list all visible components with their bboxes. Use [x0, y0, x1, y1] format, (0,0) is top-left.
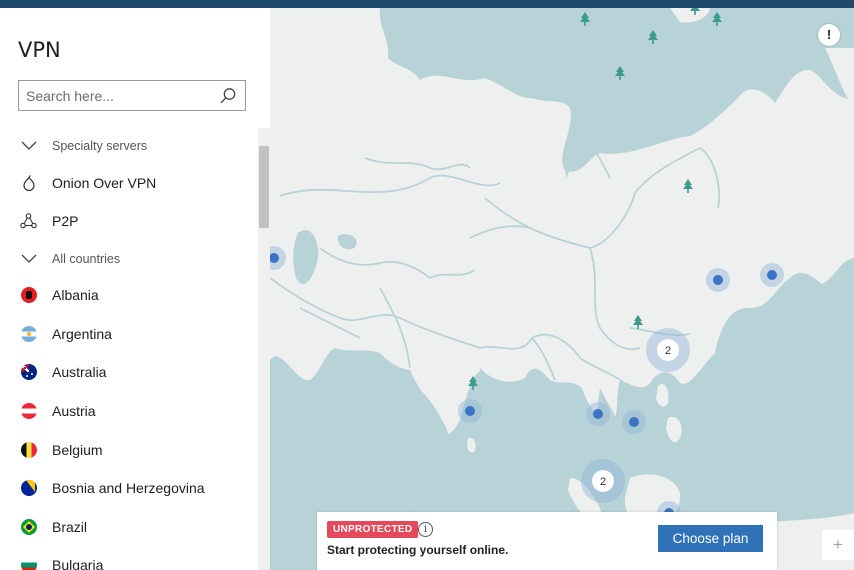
alert-icon[interactable]: !: [818, 24, 840, 46]
cluster-count: 2: [665, 345, 671, 357]
cluster-count: 2: [600, 476, 606, 488]
search-input[interactable]: [19, 81, 215, 110]
info-icon[interactable]: i: [418, 522, 433, 537]
bay-of-bengal: [480, 368, 551, 508]
p2p-icon: [20, 213, 37, 230]
server-pin[interactable]: [586, 402, 610, 426]
country-label: Argentina: [52, 326, 112, 342]
search-icon[interactable]: [219, 87, 237, 105]
list-item-onion-over-vpn[interactable]: Onion Over VPN: [0, 165, 258, 201]
country-label: Bulgaria: [52, 557, 104, 570]
flag-argentina-icon: [20, 326, 37, 343]
onion-icon: [20, 174, 37, 192]
country-australia[interactable]: Australia: [0, 354, 258, 390]
window-top-bar: [0, 0, 854, 8]
page-title: VPN: [18, 38, 61, 62]
country-label: Albania: [52, 287, 99, 303]
server-pin[interactable]: [760, 263, 784, 287]
country-albania[interactable]: Albania: [0, 277, 258, 313]
world-map[interactable]: 2 2: [270, 8, 854, 570]
server-cluster[interactable]: 2: [581, 459, 625, 503]
choose-plan-button[interactable]: Choose plan: [658, 525, 763, 552]
section-all-countries[interactable]: All countries: [0, 241, 258, 277]
land-top-island: [670, 8, 710, 23]
server-pin[interactable]: [706, 268, 730, 292]
list-item-label: P2P: [52, 213, 79, 229]
country-austria[interactable]: Austria: [0, 393, 258, 429]
land-taiwan: [656, 383, 669, 407]
country-argentina[interactable]: Argentina: [0, 316, 258, 352]
server-pin[interactable]: [622, 410, 646, 434]
banner-message: Start protecting yourself online.: [327, 543, 509, 557]
zoom-in-button[interactable]: +: [822, 530, 854, 560]
flag-brazil-icon: [20, 519, 37, 536]
search-box[interactable]: [18, 80, 246, 111]
flag-albania-icon: [20, 287, 37, 304]
land-sri-lanka: [467, 437, 476, 453]
land-philippines: [666, 416, 682, 443]
country-label: Austria: [52, 403, 96, 419]
flag-australia-icon: [20, 364, 37, 381]
country-label: Australia: [52, 364, 107, 380]
sidebar: VPN Specialty servers Onion Over VPN: [0, 8, 270, 570]
section-label: Specialty servers: [52, 139, 148, 153]
status-banner: UNPROTECTED i Start protecting yourself …: [317, 512, 777, 570]
status-badge: UNPROTECTED: [327, 521, 419, 538]
list-item-label: Onion Over VPN: [52, 175, 157, 191]
chevron-down-icon: [20, 138, 37, 155]
section-label: All countries: [52, 252, 121, 266]
country-label: Brazil: [52, 519, 88, 535]
map-canvas[interactable]: 2 2: [270, 8, 854, 570]
list-item-p2p[interactable]: P2P: [0, 203, 258, 239]
sidebar-scrollbar-thumb[interactable]: [259, 146, 269, 228]
section-specialty-servers[interactable]: Specialty servers: [0, 128, 258, 164]
country-label: Belgium: [52, 442, 103, 458]
server-cluster[interactable]: 2: [646, 328, 690, 372]
flag-austria-icon: [20, 403, 37, 420]
flag-bosnia-icon: [20, 480, 37, 497]
chevron-down-icon: [20, 251, 37, 268]
country-label: Bosnia and Herzegovina: [52, 480, 205, 496]
server-pin[interactable]: [458, 399, 482, 423]
country-belgium[interactable]: Belgium: [0, 432, 258, 468]
flag-belgium-icon: [20, 442, 37, 459]
country-bosnia-and-herzegovina[interactable]: Bosnia and Herzegovina: [0, 470, 258, 506]
country-bulgaria[interactable]: Bulgaria: [0, 547, 258, 570]
flag-bulgaria-icon: [20, 557, 37, 570]
country-brazil[interactable]: Brazil: [0, 509, 258, 545]
